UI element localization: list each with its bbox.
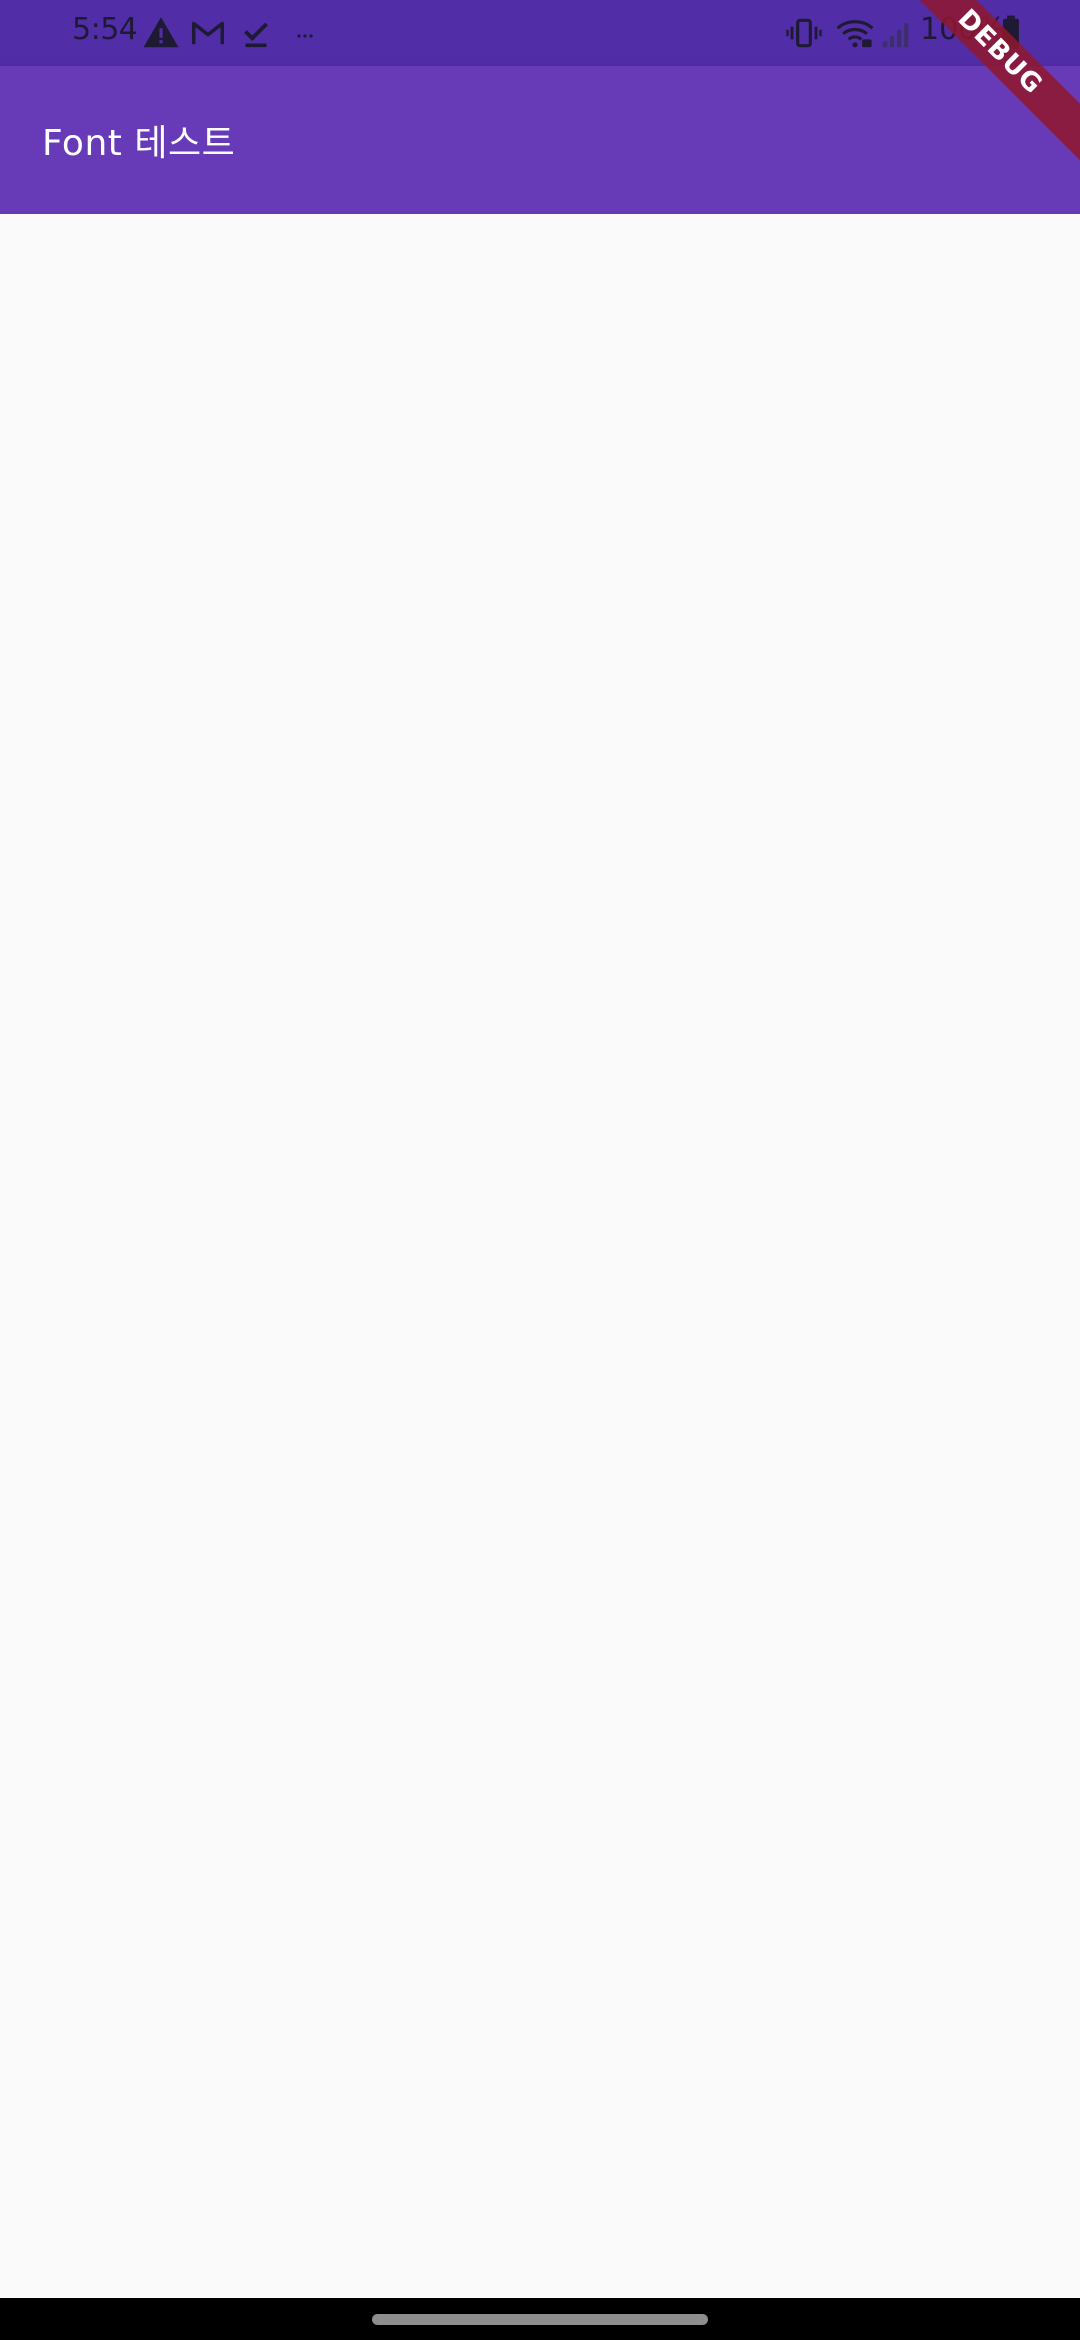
download-done-icon (244, 22, 268, 48)
wifi-icon (836, 20, 874, 48)
vibrate-icon (786, 18, 822, 48)
more-dots-icon (297, 34, 313, 38)
content-area (0, 214, 1080, 2298)
navigation-bar (0, 2298, 1080, 2340)
app-bar: Font 테스트 (0, 66, 1080, 214)
screen: 5:54 Font 테스트 DEBUG (0, 0, 1080, 2340)
home-indicator[interactable] (372, 2314, 708, 2325)
status-bar: 5:54 (0, 0, 1080, 66)
app-bar-title: Font 테스트 (42, 123, 236, 164)
status-time: 5:54 (72, 12, 138, 47)
gmail-icon (192, 21, 224, 45)
warning-icon (143, 17, 179, 48)
signal-icon (882, 23, 909, 48)
